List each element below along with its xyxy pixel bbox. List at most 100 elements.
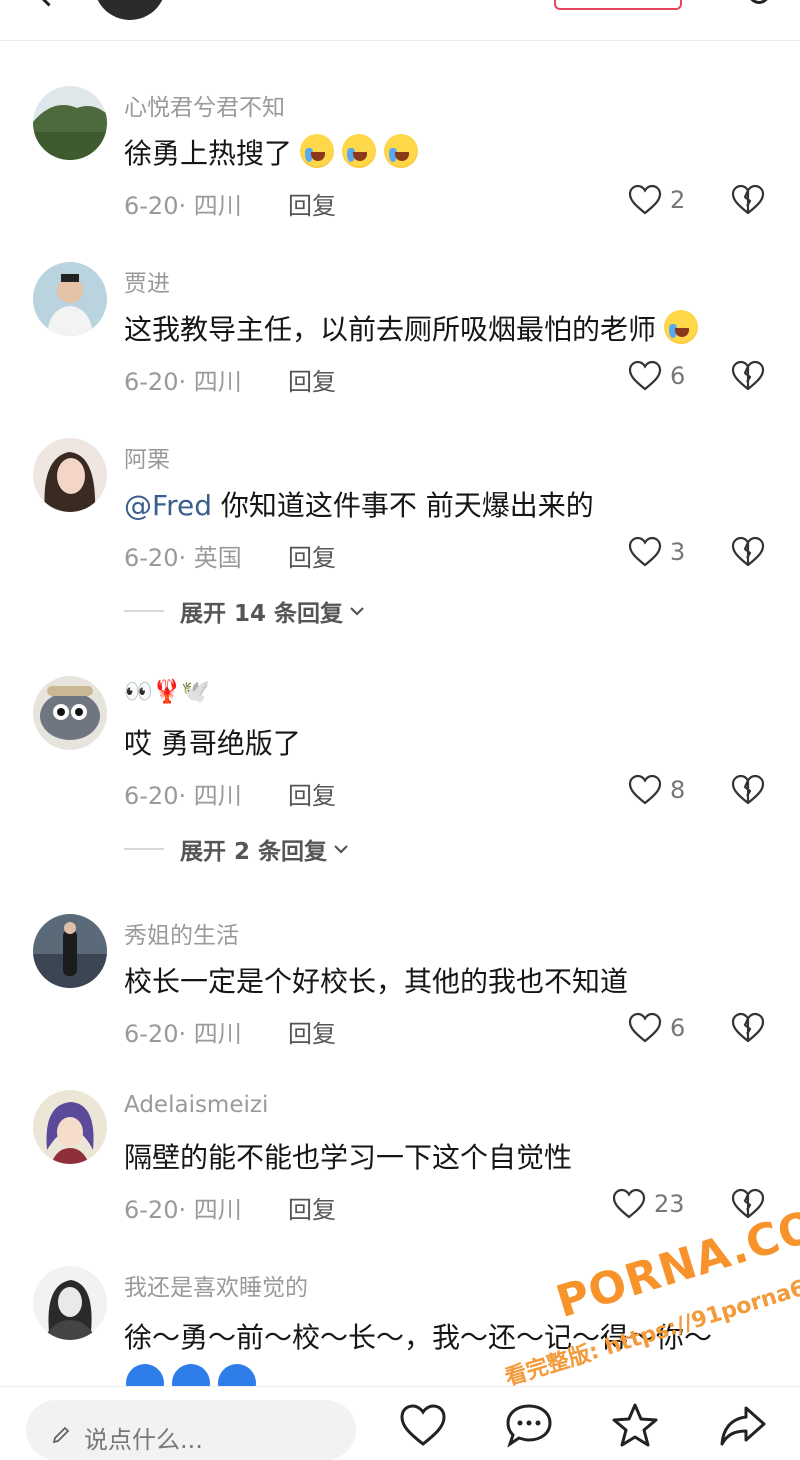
like-count: 3 <box>670 538 686 566</box>
heart-icon <box>628 774 662 805</box>
comment-input[interactable]: 说点什么... <box>26 1400 356 1460</box>
comment-date: 6-20 <box>124 192 179 220</box>
comment-location: 四川 <box>193 1196 242 1224</box>
emoji-icon <box>172 1364 210 1386</box>
comment-input-placeholder: 说点什么... <box>84 1426 203 1454</box>
top-bar <box>0 0 800 41</box>
avatar[interactable] <box>33 914 107 988</box>
heart-icon <box>628 360 662 391</box>
comment-text: 隔壁的能不能也学习一下这个自觉性 <box>124 1136 572 1176</box>
share-icon[interactable] <box>718 1402 768 1448</box>
search-icon[interactable] <box>748 0 770 4</box>
broken-heart-icon[interactable] <box>731 360 765 392</box>
follow-button[interactable] <box>554 0 682 10</box>
broken-heart-icon[interactable] <box>731 1188 765 1220</box>
avatar[interactable] <box>33 1266 107 1340</box>
comment-date: 6-20 <box>124 1020 179 1048</box>
reply-button[interactable]: 回复 <box>288 538 336 573</box>
avatar[interactable] <box>33 262 107 336</box>
like-button[interactable]: 6 <box>628 360 685 392</box>
comment-text-body: 你知道这件事不 前天爆出来的 <box>211 489 594 522</box>
comment-text: 徐～勇～前～校～长～，我～还～记～得～你～ <box>124 1316 712 1356</box>
comment-username[interactable]: 贾进 <box>124 264 170 298</box>
reply-button[interactable]: 回复 <box>288 1190 336 1225</box>
comment-text: 这我教导主任，以前去厕所吸烟最怕的老师 <box>124 308 699 348</box>
back-icon[interactable] <box>36 0 61 7</box>
comment-username[interactable]: 阿栗 <box>124 440 170 474</box>
laugh-cry-emoji-icon <box>664 310 699 344</box>
reply-button[interactable]: 回复 <box>288 1014 336 1049</box>
comment-username[interactable]: 秀姐的生活 <box>124 916 239 950</box>
expand-divider <box>124 848 164 850</box>
comment-date: 6-20 <box>124 368 179 396</box>
comment-text: 哎 勇哥绝版了 <box>124 722 301 762</box>
laugh-cry-emoji-icon <box>384 134 419 168</box>
avatar[interactable] <box>33 676 107 750</box>
like-button[interactable]: 8 <box>628 774 685 806</box>
like-count: 6 <box>670 362 686 390</box>
comment-location: 英国 <box>193 544 242 572</box>
comment-text: 徐勇上热搜了 <box>124 132 419 172</box>
expand-replies-button[interactable]: 展开 2 条回复 <box>124 832 349 866</box>
chevron-down-icon <box>350 607 364 616</box>
comment-text: @Fred 你知道这件事不 前天爆出来的 <box>124 484 594 524</box>
mention-link[interactable]: @Fred <box>124 489 212 522</box>
heart-icon <box>612 1188 646 1219</box>
comment-username[interactable]: 心悦君兮君不知 <box>124 88 285 122</box>
comment-meta: 6-20· 四川 <box>124 782 242 810</box>
comment-date: 6-20 <box>124 782 179 810</box>
like-button[interactable]: 3 <box>628 536 685 568</box>
comment-location: 四川 <box>193 1020 242 1048</box>
comment-meta: 6-20· 四川 <box>124 192 242 220</box>
broken-heart-icon[interactable] <box>731 1012 765 1044</box>
broken-heart-icon[interactable] <box>731 184 765 216</box>
heart-icon <box>628 184 662 215</box>
laugh-cry-emoji-icon <box>300 134 335 168</box>
comment-date: 6-20 <box>124 1196 179 1224</box>
expand-replies-button[interactable]: 展开 14 条回复 <box>124 594 365 628</box>
comment-location: 四川 <box>193 368 242 396</box>
comment-bubble-icon[interactable] <box>504 1402 554 1448</box>
author-avatar[interactable] <box>94 0 166 20</box>
laugh-cry-emoji-icon <box>342 134 377 168</box>
emoji-icon <box>218 1364 256 1386</box>
comment-username[interactable]: 我还是喜欢睡觉的 <box>124 1268 308 1302</box>
broken-heart-icon[interactable] <box>731 536 765 568</box>
broken-heart-icon[interactable] <box>731 774 765 806</box>
comment-location: 四川 <box>193 192 242 220</box>
like-count: 2 <box>670 186 686 214</box>
avatar[interactable] <box>33 86 107 160</box>
pencil-icon <box>52 1426 70 1444</box>
comment-text-body: 这我教导主任，以前去厕所吸烟最怕的老师 <box>124 313 657 346</box>
like-count: 8 <box>670 776 686 804</box>
comment-text-body: 徐勇上热搜了 <box>124 137 293 170</box>
like-count: 6 <box>670 1014 686 1042</box>
expand-replies-label: 展开 2 条回复 <box>180 839 328 865</box>
comment-username[interactable]: 👀🦞🕊️ <box>124 678 210 705</box>
expand-divider <box>124 610 164 612</box>
avatar[interactable] <box>33 1090 107 1164</box>
comment-text: 校长一定是个好校长，其他的我也不知道 <box>124 960 628 1000</box>
comment-location: 四川 <box>193 782 242 810</box>
like-button[interactable]: 2 <box>628 184 685 216</box>
comment-text-body: 徐～勇～前～校～长～，我～还～记～得～你～ <box>124 1321 713 1354</box>
comment-text-body: 哎 勇哥绝版了 <box>124 727 301 760</box>
reply-button[interactable]: 回复 <box>288 776 336 811</box>
like-button[interactable]: 23 <box>612 1188 685 1220</box>
comment-date: 6-20 <box>124 544 179 572</box>
star-icon[interactable] <box>610 1402 660 1448</box>
reply-button[interactable]: 回复 <box>288 362 336 397</box>
comment-meta: 6-20· 四川 <box>124 1196 242 1224</box>
comment-username[interactable]: Adelaismeizi <box>124 1092 268 1118</box>
comment-meta: 6-20· 四川 <box>124 1020 242 1048</box>
emoji-icon <box>126 1364 164 1386</box>
comment-text-body: 校长一定是个好校长，其他的我也不知道 <box>124 965 629 998</box>
reply-button[interactable]: 回复 <box>288 186 336 221</box>
like-button[interactable]: 6 <box>628 1012 685 1044</box>
comment-text-body: 隔壁的能不能也学习一下这个自觉性 <box>124 1141 573 1174</box>
comment-meta: 6-20· 英国 <box>124 544 242 572</box>
heart-icon[interactable] <box>398 1402 448 1448</box>
chevron-down-icon <box>334 845 348 854</box>
expand-replies-label: 展开 14 条回复 <box>180 601 344 627</box>
avatar[interactable] <box>33 438 107 512</box>
